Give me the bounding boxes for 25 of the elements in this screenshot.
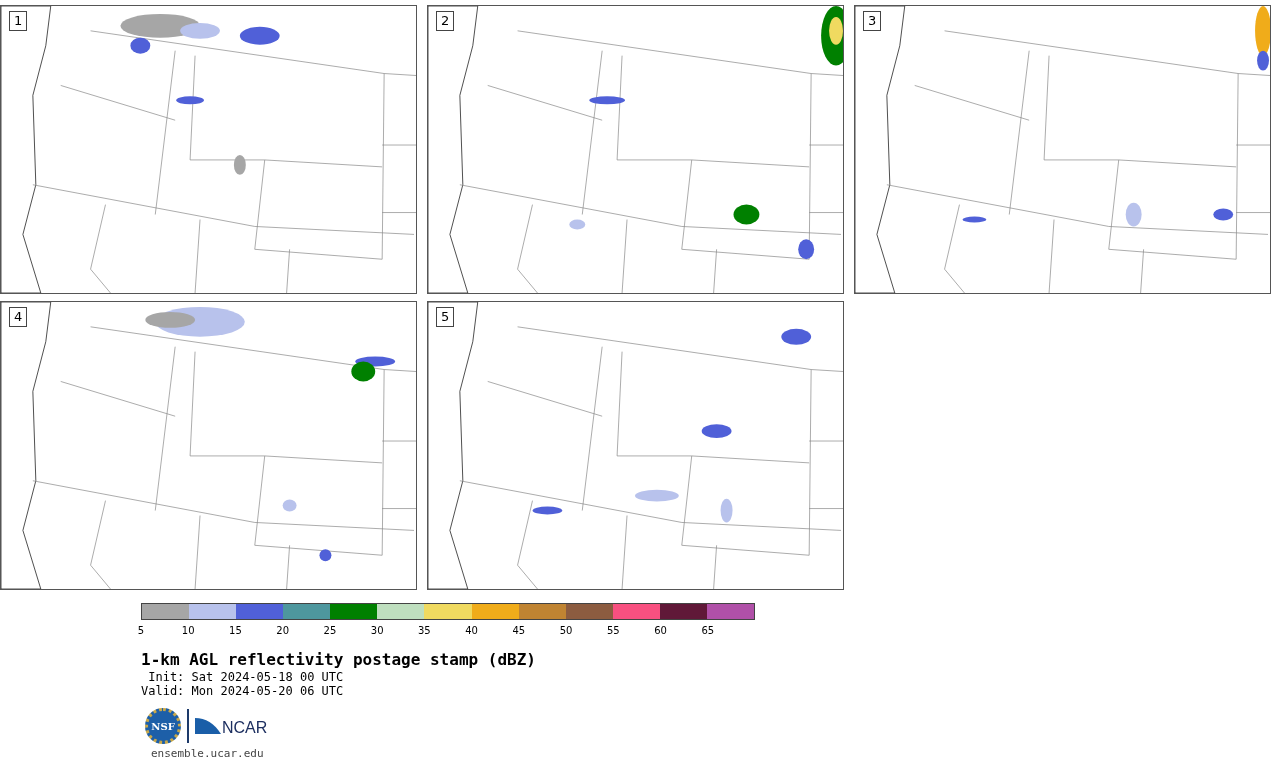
tick-label: 60 xyxy=(654,625,667,637)
site-url: ensemble.ucar.edu xyxy=(151,747,264,760)
tick-label: 65 xyxy=(701,625,715,637)
panel-number: 4 xyxy=(9,307,28,327)
tick-label: 45 xyxy=(512,625,526,637)
tick-label: 5 xyxy=(137,625,145,637)
panel-number: 1 xyxy=(9,11,28,31)
panel-number: 3 xyxy=(863,11,882,31)
panel-number: 2 xyxy=(436,11,455,31)
tick-label: 10 xyxy=(181,625,195,637)
swoosh-icon xyxy=(195,716,221,736)
tick-label: 20 xyxy=(276,625,290,637)
tick-label: 25 xyxy=(323,625,337,637)
nsf-logo: NSF xyxy=(145,708,181,744)
chart-title: 1-km AGL reflectivity postage stamp (dBZ) xyxy=(141,650,536,670)
init-time: Init: Sat 2024-05-18 00 UTC xyxy=(147,670,344,684)
panel-number: 5 xyxy=(436,307,455,327)
tick-label: 40 xyxy=(465,625,478,637)
tick-label: 55 xyxy=(606,625,620,637)
tick-label: 50 xyxy=(559,625,573,637)
tick-label: 35 xyxy=(418,625,431,637)
tick-label: 15 xyxy=(229,625,242,637)
ncar-logo: NCAR xyxy=(195,715,268,737)
tick-label: 30 xyxy=(370,625,384,637)
valid-time: Valid: Mon 2024-05-20 06 UTC xyxy=(141,684,344,698)
